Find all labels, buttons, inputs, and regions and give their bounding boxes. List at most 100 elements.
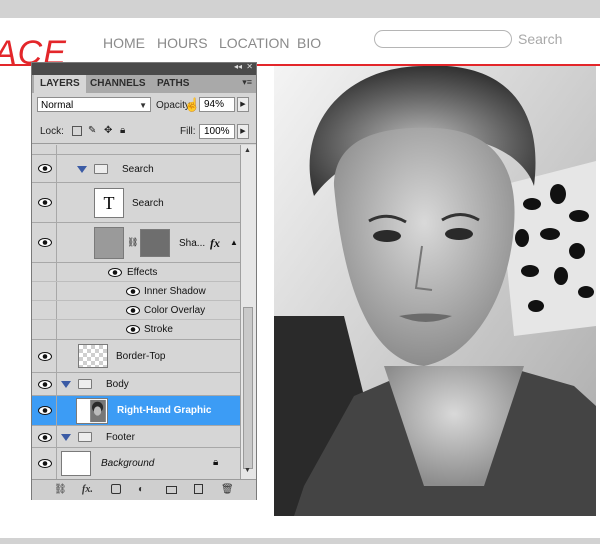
folder-icon bbox=[78, 379, 92, 389]
eye-icon[interactable] bbox=[126, 287, 140, 296]
expand-triangle-icon[interactable] bbox=[61, 434, 71, 441]
panel-bottom-toolbar: ⛓︎ fx. ◐ 🗑︎ bbox=[32, 479, 256, 500]
layer-name: Right-Hand Graphic bbox=[117, 405, 212, 416]
layer-name: Border-Top bbox=[116, 351, 166, 362]
lock-transparent-icon[interactable] bbox=[72, 126, 82, 136]
link-icon: ⛓︎ bbox=[127, 237, 139, 247]
new-group-icon[interactable] bbox=[166, 486, 177, 494]
lock-label: Lock: bbox=[40, 126, 64, 137]
eye-separator bbox=[56, 301, 57, 319]
collapse-effects-icon[interactable]: ▲ bbox=[230, 238, 238, 247]
eye-separator bbox=[56, 145, 57, 154]
eye-icon[interactable] bbox=[108, 268, 122, 277]
nav-home[interactable]: HOME bbox=[103, 35, 145, 51]
layer-name: Background bbox=[101, 458, 155, 469]
eye-icon[interactable] bbox=[38, 164, 52, 173]
eye-separator bbox=[56, 373, 57, 395]
add-style-icon[interactable]: fx. bbox=[82, 484, 93, 495]
collapse-icon[interactable]: ◂◂ bbox=[234, 62, 242, 71]
eye-separator bbox=[56, 426, 57, 447]
layer-shape[interactable]: ⛓︎ Sha... fx ▲ bbox=[32, 223, 240, 263]
eye-icon[interactable] bbox=[126, 325, 140, 334]
tab-channels[interactable]: CHANNELS bbox=[84, 75, 152, 93]
site-search-label: Search bbox=[518, 31, 563, 47]
scrollbar-thumb[interactable] bbox=[243, 307, 253, 469]
eye-separator bbox=[56, 223, 57, 262]
eye-icon[interactable] bbox=[38, 433, 52, 442]
layer-name: Search bbox=[132, 198, 164, 209]
blend-mode-value: Normal bbox=[41, 100, 74, 111]
trash-icon[interactable]: 🗑︎ bbox=[221, 484, 234, 495]
eye-icon[interactable] bbox=[126, 306, 140, 315]
layer-group-search[interactable]: Search bbox=[32, 155, 240, 183]
layer-thumb bbox=[61, 451, 91, 476]
effect-name: Color Overlay bbox=[144, 305, 206, 316]
eye-icon[interactable] bbox=[38, 459, 52, 468]
eye-icon[interactable] bbox=[38, 198, 52, 207]
eye-separator bbox=[56, 320, 57, 339]
effect-name: Stroke bbox=[144, 324, 173, 335]
vector-mask-thumb bbox=[140, 229, 170, 257]
eye-icon[interactable] bbox=[38, 238, 52, 247]
effect-color-overlay[interactable]: Color Overlay bbox=[32, 301, 240, 320]
fill-field[interactable]: 100% bbox=[199, 124, 235, 139]
layer-border-top[interactable]: Border-Top bbox=[32, 340, 240, 373]
tab-paths[interactable]: PATHS bbox=[151, 75, 195, 93]
eye-icon[interactable] bbox=[38, 380, 52, 389]
layers-panel: ◂◂ ✕ LAYERS CHANNELS PATHS ▾≡ Normal ▼ O… bbox=[31, 62, 257, 500]
opacity-field[interactable]: 94% bbox=[199, 97, 235, 112]
eye-separator bbox=[56, 282, 57, 300]
lock-brush-icon[interactable]: ✎ bbox=[88, 126, 98, 136]
blend-mode-select[interactable]: Normal ▼ bbox=[37, 97, 151, 112]
nav-hours[interactable]: HOURS bbox=[157, 35, 208, 51]
layer-name: Search bbox=[122, 164, 154, 175]
layer-group-body[interactable]: Body bbox=[32, 373, 240, 396]
link-layers-icon[interactable]: ⛓︎ bbox=[54, 484, 67, 495]
expand-triangle-icon[interactable] bbox=[77, 166, 87, 173]
panel-titlebar[interactable]: ◂◂ ✕ bbox=[32, 62, 256, 75]
lock-all-icon[interactable]: 🔒︎ bbox=[120, 126, 130, 136]
effect-stroke[interactable]: Stroke bbox=[32, 320, 240, 340]
fill-label: Fill: bbox=[180, 126, 196, 137]
folder-icon bbox=[94, 164, 108, 174]
panel-menu-icon[interactable]: ▾≡ bbox=[242, 77, 252, 88]
expand-triangle-icon[interactable] bbox=[61, 381, 71, 388]
eye-separator bbox=[56, 340, 57, 372]
blend-row: Normal ▼ Opacity: 94% ▶ bbox=[32, 95, 256, 115]
tab-layers[interactable]: LAYERS bbox=[34, 75, 86, 93]
fill-arrow-icon[interactable]: ▶ bbox=[237, 124, 249, 139]
eye-separator bbox=[56, 448, 57, 479]
eye-icon[interactable] bbox=[38, 406, 52, 415]
layers-list: Search T Search ⛓︎ Sha... fx ▲ Effects I… bbox=[32, 145, 240, 479]
layer-group-footer[interactable]: Footer bbox=[32, 426, 240, 448]
new-layer-icon[interactable] bbox=[194, 484, 203, 494]
close-icon[interactable]: ✕ bbox=[246, 62, 253, 71]
layer-name: Body bbox=[106, 379, 129, 390]
layer-row-partial[interactable] bbox=[32, 145, 240, 155]
lock-row: Lock: ✎ ✥ 🔒︎ Fill: 100% ▶ bbox=[32, 121, 256, 144]
lock-move-icon[interactable]: ✥ bbox=[104, 126, 114, 136]
effect-name: Inner Shadow bbox=[144, 286, 206, 297]
hand-cursor-icon: ☝ bbox=[184, 97, 201, 112]
scroll-up-icon[interactable]: ▲ bbox=[244, 147, 251, 154]
adjustment-layer-icon[interactable]: ◐ bbox=[138, 484, 144, 495]
fx-icon[interactable]: fx bbox=[210, 236, 220, 251]
nav-bio[interactable]: BIO bbox=[297, 35, 321, 51]
site-search-input[interactable] bbox=[374, 30, 512, 48]
eye-separator bbox=[56, 263, 57, 281]
nav-location[interactable]: LOCATION bbox=[219, 35, 290, 51]
layer-right-hand-graphic[interactable]: Right-Hand Graphic bbox=[32, 396, 240, 426]
eye-icon[interactable] bbox=[38, 352, 52, 361]
text-layer-thumb: T bbox=[94, 188, 124, 218]
scroll-down-icon[interactable]: ▼ bbox=[244, 467, 251, 474]
layer-name: Footer bbox=[106, 432, 135, 443]
add-mask-icon[interactable] bbox=[111, 484, 121, 494]
layer-background[interactable]: Background 🔒︎ bbox=[32, 448, 240, 479]
effect-inner-shadow[interactable]: Inner Shadow bbox=[32, 282, 240, 301]
effects-header[interactable]: Effects bbox=[32, 263, 240, 282]
layers-scrollbar[interactable]: ▲ ▼ bbox=[240, 145, 256, 479]
layer-text-search[interactable]: T Search bbox=[32, 183, 240, 223]
portrait-photo bbox=[274, 66, 596, 516]
opacity-arrow-icon[interactable]: ▶ bbox=[237, 97, 249, 112]
photo-thumb bbox=[76, 398, 108, 424]
